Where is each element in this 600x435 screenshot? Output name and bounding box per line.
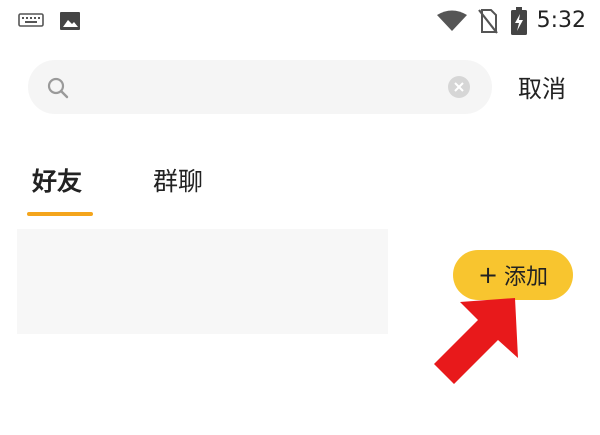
plus-icon: + (477, 261, 499, 289)
status-time: 5:32 (536, 8, 586, 33)
image-icon (59, 11, 81, 35)
clear-search-icon[interactable] (447, 75, 471, 103)
keyboard-icon (18, 11, 44, 33)
search-input[interactable] (84, 66, 438, 110)
pointer-arrow-icon (420, 290, 530, 404)
tab-groups[interactable]: 群聊 (153, 162, 203, 198)
cancel-button[interactable]: 取消 (518, 69, 566, 104)
add-button-label: 添加 (504, 265, 549, 290)
search-icon (46, 76, 70, 104)
status-bar: 5:32 (0, 0, 600, 44)
list-item (17, 229, 388, 334)
wifi-icon (436, 10, 468, 36)
battery-charging-icon (510, 6, 528, 40)
tab-friends[interactable]: 好友 (32, 162, 82, 198)
no-sim-icon (478, 8, 498, 38)
active-tab-indicator (27, 212, 93, 216)
